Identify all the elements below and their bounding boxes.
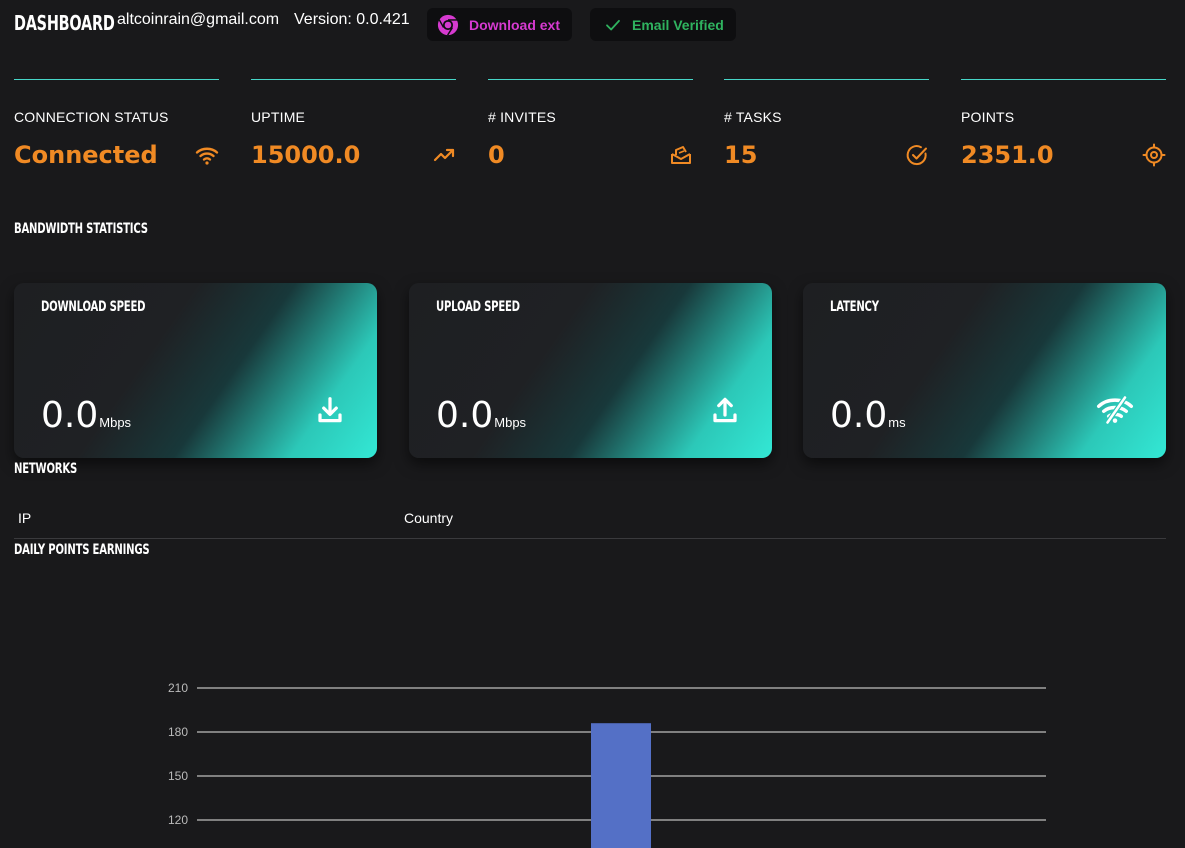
stat-divider [961, 79, 1166, 80]
stat-uptime: UPTIME 15000.0 [251, 79, 456, 179]
download-extension-button[interactable]: Download ext [427, 8, 572, 41]
stat-invites: # INVITES 0 [488, 79, 693, 179]
stat-value: 2351.0 [961, 141, 1054, 169]
networks-section-title: NETWORKS [14, 461, 77, 477]
stat-label: POINTS [961, 109, 1015, 125]
stat-connection-status: CONNECTION STATUS Connected [14, 79, 219, 179]
stat-value: Connected [14, 141, 158, 169]
stat-points: POINTS 2351.0 [961, 79, 1166, 179]
upload-speed-card: UPLOAD SPEED 0.0 Mbps [409, 283, 772, 458]
latency-value: 0.0 [830, 395, 888, 436]
column-header-country[interactable]: Country [404, 510, 453, 526]
stat-value: 0 [488, 141, 505, 169]
stat-tasks: # TASKS 15 [724, 79, 929, 179]
download-icon [318, 397, 342, 423]
brand-title: DASHBOARD [14, 11, 115, 35]
upload-speed-value: 0.0 [436, 395, 494, 436]
y-tick-label: 150 [168, 769, 188, 783]
upload-speed-unit: Mbps [494, 415, 527, 430]
card-value: 0.0 ms [830, 395, 906, 436]
download-speed-card: DOWNLOAD SPEED 0.0 Mbps [14, 283, 377, 458]
stat-value: 15 [724, 141, 758, 169]
bandwidth-section-title: BANDWIDTH STATISTICS [14, 221, 148, 237]
y-tick-label: 120 [168, 813, 188, 827]
stat-value: 15000.0 [251, 141, 361, 169]
wifi-off-icon [1097, 395, 1133, 425]
trending-up-icon [433, 148, 455, 162]
wifi-icon [195, 147, 219, 165]
chrome-icon [437, 14, 459, 35]
email-verified-label: Email Verified [632, 16, 724, 33]
invites-icon [671, 146, 691, 164]
y-tick-label: 180 [168, 725, 188, 739]
upload-icon [713, 397, 737, 423]
latency-card: LATENCY 0.0 ms [803, 283, 1166, 458]
target-icon [1142, 143, 1166, 167]
daily-points-chart: 120 150 180 210 [168, 681, 1046, 848]
download-speed-value: 0.0 [41, 395, 99, 436]
user-email: altcoinrain@gmail.com [117, 11, 280, 28]
chart-bar[interactable] [591, 723, 651, 848]
column-header-ip[interactable]: IP [18, 510, 31, 526]
download-extension-label: Download ext [469, 16, 561, 33]
check-circle-icon [906, 145, 927, 165]
email-verified-badge: Email Verified [590, 8, 736, 41]
card-title: UPLOAD SPEED [436, 299, 520, 315]
download-speed-unit: Mbps [99, 415, 132, 430]
top-bar: DASHBOARD altcoinrain@gmail.com Version:… [0, 0, 1185, 48]
card-value: 0.0 Mbps [436, 395, 526, 436]
stat-label: # TASKS [724, 109, 782, 125]
stat-divider [14, 79, 219, 80]
stat-label: UPTIME [251, 109, 306, 125]
daily-points-section-title: DAILY POINTS EARNINGS [14, 542, 150, 558]
stat-label: # INVITES [488, 109, 556, 125]
networks-table-header: IP Country [14, 508, 1166, 539]
card-value: 0.0 Mbps [41, 395, 131, 436]
stat-label: CONNECTION STATUS [14, 109, 169, 125]
y-tick-label: 210 [168, 681, 188, 695]
card-title: LATENCY [830, 299, 879, 315]
stat-divider [251, 79, 456, 80]
stat-divider [724, 79, 929, 80]
checkmark-icon [606, 19, 620, 30]
card-title: DOWNLOAD SPEED [41, 299, 146, 315]
stat-divider [488, 79, 693, 80]
app-version: Version: 0.0.421 [294, 11, 410, 28]
latency-unit: ms [888, 415, 906, 430]
